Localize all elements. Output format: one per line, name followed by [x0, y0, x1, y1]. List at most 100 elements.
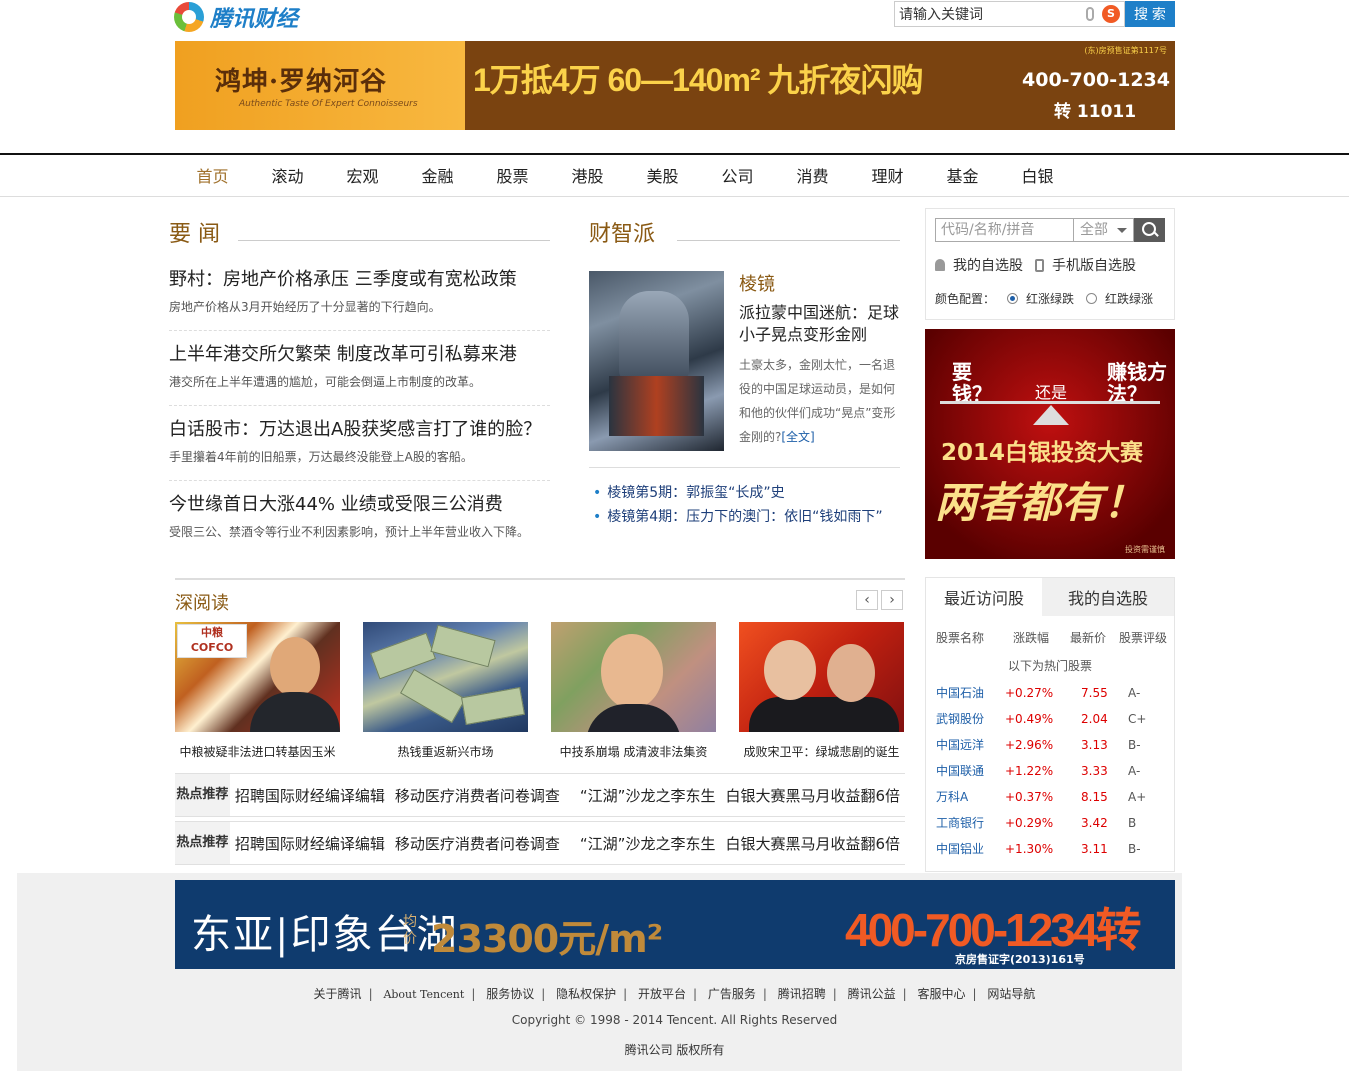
- column-name[interactable]: 棱镜: [739, 270, 775, 296]
- read-more-link[interactable]: [全文]: [781, 430, 814, 444]
- stock-type-select[interactable]: 全部: [1074, 218, 1134, 242]
- microphone-icon[interactable]: [1086, 7, 1094, 21]
- stock-rating: A+: [1128, 789, 1147, 804]
- stock-name[interactable]: 中国铝业: [926, 840, 996, 857]
- prev-arrow-icon[interactable]: ‹: [856, 590, 878, 610]
- nav-item-silver[interactable]: 白银: [1000, 155, 1075, 197]
- nav-item-company[interactable]: 公司: [700, 155, 775, 197]
- deep-thumb-cofco[interactable]: 中粮 COFCO: [175, 622, 340, 732]
- nav-item-consumer[interactable]: 消费: [775, 155, 850, 197]
- search-icon[interactable]: [1134, 218, 1165, 242]
- stock-row[interactable]: 中国远洋 +2.96% 3.13 B-: [926, 736, 1174, 753]
- color-config-label: 颜色配置：: [935, 292, 996, 306]
- news-item[interactable]: 今世缘首日大涨44% 业绩或受限三公消费 受限三公、禁酒令等行业不利因素影响，预…: [169, 493, 550, 540]
- news-title[interactable]: 今世缘首日大涨44% 业绩或受限三公消费: [169, 493, 550, 517]
- feature-link[interactable]: 棱镜第5期：郭振玺“长成”史: [593, 482, 784, 502]
- hot-link[interactable]: 白银大赛黑马月收益翻6倍: [725, 785, 900, 806]
- tab-recent-stocks[interactable]: 最近访问股: [926, 578, 1042, 616]
- person-suit: [586, 704, 681, 732]
- nav-item-funds[interactable]: 基金: [925, 155, 1000, 197]
- stock-name[interactable]: 中国远洋: [926, 736, 996, 753]
- stock-name[interactable]: 中国石油: [926, 684, 996, 701]
- banner-ext: 转 11011: [1054, 102, 1137, 122]
- news-title[interactable]: 野村：房地产价格承压 三季度或有宽松政策: [169, 268, 550, 292]
- ad-question-right: 赚钱方法？: [1107, 360, 1167, 406]
- stock-name[interactable]: 万科A: [926, 788, 996, 805]
- search-button[interactable]: 搜 索: [1125, 1, 1175, 27]
- footer-link[interactable]: 广告服务: [708, 987, 756, 1001]
- nav-item-home[interactable]: 首页: [175, 155, 250, 197]
- silver-contest-ad[interactable]: 要钱？ 还是 赚钱方法？ 2014白银投资大赛 两者都有！ 投资需谨慎: [925, 329, 1175, 559]
- stock-search: 代码/名称/拼音 全部: [935, 218, 1165, 242]
- hot-link[interactable]: “江湖”沙龙之李东生: [580, 833, 716, 854]
- news-item[interactable]: 野村：房地产价格承压 三季度或有宽松政策 房地产价格从3月开始经历了十分显著的下…: [169, 268, 550, 315]
- footer-link[interactable]: About Tencent: [383, 988, 464, 1001]
- news-item[interactable]: 白话股市：万达退出A股获奖感言打了谁的脸？ 手里攥着4年前的旧船票，万达最终没能…: [169, 418, 550, 465]
- news-item[interactable]: 上半年港交所欠繁荣 制度改革可引私募来港 港交所在上半年遭遇的尴尬，可能会倒逼上…: [169, 343, 550, 390]
- hot-link[interactable]: 招聘国际财经编译编辑: [235, 833, 385, 854]
- feature-headline[interactable]: 派拉蒙中国迷航：足球小子晃点变形金刚: [739, 302, 904, 346]
- footer-link[interactable]: 网站导航: [987, 987, 1035, 1001]
- nav-item-us-stocks[interactable]: 美股: [625, 155, 700, 197]
- tab-my-stocks[interactable]: 我的自选股: [1042, 578, 1174, 616]
- hot-link[interactable]: 移动医疗消费者问卷调查: [395, 833, 560, 854]
- stock-change: +2.96%: [1005, 737, 1054, 752]
- nav-item-money[interactable]: 理财: [850, 155, 925, 197]
- deep-caption[interactable]: 中技系崩塌 成清波非法集资: [551, 743, 716, 760]
- bottom-banner-ad[interactable]: 东亚|印象台湖 均价 23300元/m² 400-700-1234转10536 …: [175, 880, 1175, 969]
- stock-row[interactable]: 武钢股份 +0.49% 2.04 C+: [926, 710, 1174, 727]
- footer-link[interactable]: 腾讯公益: [848, 987, 896, 1001]
- footer-link[interactable]: 隐私权保护: [556, 987, 616, 1001]
- nav-item-rolling[interactable]: 滚动: [250, 155, 325, 197]
- hot-link[interactable]: 招聘国际财经编译编辑: [235, 785, 385, 806]
- deep-thumb-hotmoney[interactable]: [363, 622, 528, 732]
- deep-caption[interactable]: 热钱重返新兴市场: [363, 743, 528, 760]
- hot-link[interactable]: “江湖”沙龙之李东生: [580, 785, 716, 806]
- person-face: [270, 637, 320, 697]
- news-divider: [169, 405, 550, 406]
- footer-link[interactable]: 关于腾讯: [314, 987, 362, 1001]
- deep-caption[interactable]: 中粮被疑非法进口转基因玉米: [175, 743, 340, 760]
- banknote-shape: [370, 632, 436, 680]
- footer-link[interactable]: 客服中心: [918, 987, 966, 1001]
- stock-row[interactable]: 工商银行 +0.29% 3.42 B: [926, 814, 1174, 831]
- radio-red-down[interactable]: [1086, 293, 1098, 304]
- stock-change: +1.22%: [1005, 763, 1054, 778]
- feature-desc: 土豪太多，金刚太忙，一名退役的中国足球运动员，是如何和他的伙伴们成功“晃点”变形…: [739, 353, 904, 449]
- nav-item-finance[interactable]: 金融: [400, 155, 475, 197]
- stock-row[interactable]: 中国石油 +0.27% 7.55 A-: [926, 684, 1174, 701]
- footer-sep: |: [762, 987, 767, 1001]
- hot-link[interactable]: 移动医疗消费者问卷调查: [395, 785, 560, 806]
- footer-link[interactable]: 服务协议: [486, 987, 534, 1001]
- footer-link[interactable]: 腾讯招聘: [778, 987, 826, 1001]
- stock-name[interactable]: 工商银行: [926, 814, 996, 831]
- caizhipai-rule: [677, 240, 900, 241]
- stock-search-input[interactable]: 代码/名称/拼音: [935, 218, 1074, 242]
- news-title[interactable]: 上半年港交所欠繁荣 制度改革可引私募来港: [169, 343, 550, 367]
- my-stocks-link[interactable]: 我的自选股: [935, 255, 1023, 275]
- deep-thumb-zhongji[interactable]: [551, 622, 716, 732]
- stock-row[interactable]: 中国联通 +1.22% 3.33 A-: [926, 762, 1174, 779]
- hot-link[interactable]: 白银大赛黑马月收益翻6倍: [725, 833, 900, 854]
- stock-table-header: 股票名称 涨跌幅 最新价 股票评级: [926, 629, 1174, 646]
- deep-caption[interactable]: 成败宋卫平：绿城悲剧的诞生: [739, 743, 904, 760]
- banknote-shape: [400, 668, 466, 724]
- nav-item-hk-stocks[interactable]: 港股: [550, 155, 625, 197]
- top-banner-ad[interactable]: 鸿坤·罗纳河谷 Authentic Taste Of Expert Connoi…: [175, 41, 1175, 130]
- deep-thumb-greentown[interactable]: [739, 622, 904, 732]
- mobile-stocks-link[interactable]: 手机版自选股: [1035, 255, 1136, 275]
- footer-link[interactable]: 开放平台: [638, 987, 686, 1001]
- nav-item-macro[interactable]: 宏观: [325, 155, 400, 197]
- stock-name[interactable]: 武钢股份: [926, 710, 996, 727]
- feature-link[interactable]: 棱镜第4期：压力下的澳门：依旧“钱如雨下”: [593, 506, 882, 526]
- stock-row[interactable]: 万科A +0.37% 8.15 A+: [926, 788, 1174, 805]
- news-title[interactable]: 白话股市：万达退出A股获奖感言打了谁的脸？: [169, 418, 550, 442]
- next-arrow-icon[interactable]: ›: [881, 590, 903, 610]
- stock-name[interactable]: 中国联通: [926, 762, 996, 779]
- nav-item-stocks[interactable]: 股票: [475, 155, 550, 197]
- radio-red-up[interactable]: [1007, 293, 1019, 304]
- site-logo[interactable]: 腾讯财经: [174, 2, 298, 32]
- stock-row[interactable]: 中国铝业 +1.30% 3.11 B-: [926, 840, 1174, 857]
- search-input[interactable]: 请输入关键词 S: [894, 1, 1125, 27]
- feature-image[interactable]: [589, 271, 724, 451]
